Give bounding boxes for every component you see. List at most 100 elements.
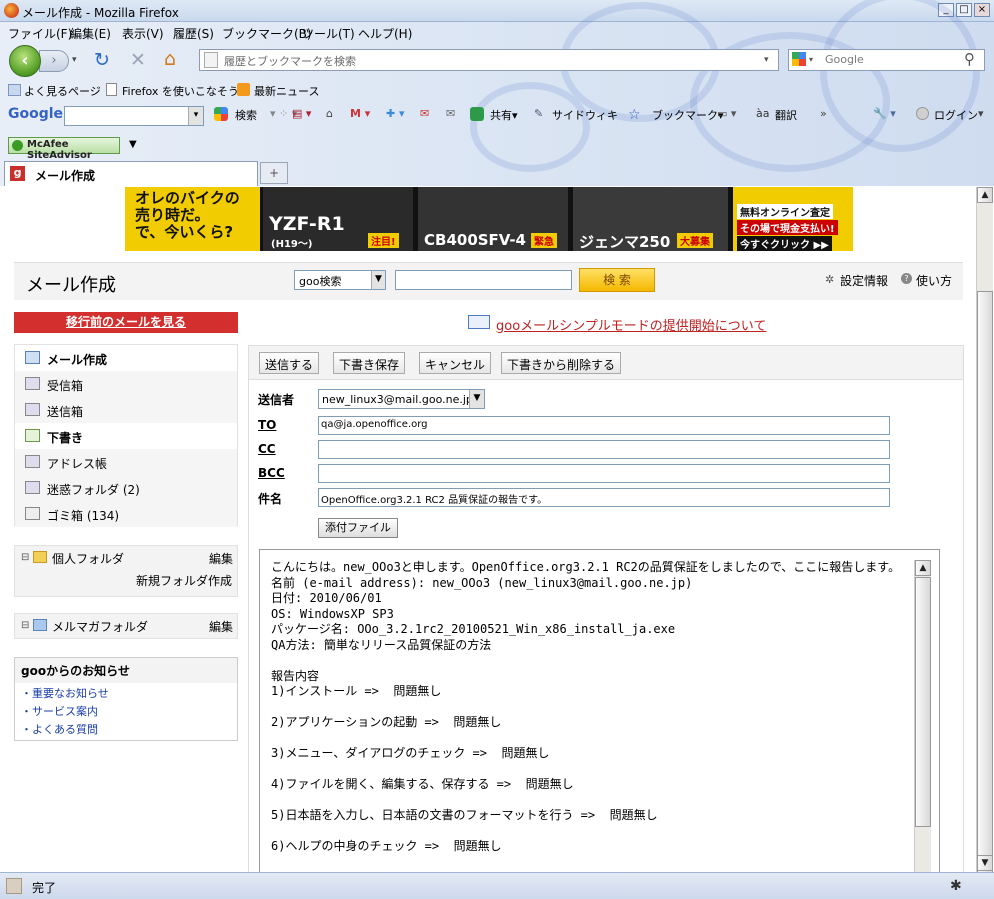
google-dropdown-icon[interactable]: ▾: [188, 107, 203, 125]
page-scroll-thumb[interactable]: [977, 291, 993, 891]
cc-label[interactable]: CC: [258, 442, 276, 456]
nav-spam[interactable]: 迷惑フォルダ (2): [15, 475, 237, 501]
nav-trash[interactable]: ゴミ箱 (134): [15, 501, 237, 527]
from-dropdown-icon[interactable]: ▼: [469, 390, 484, 408]
page-scrollbar[interactable]: ▲ ▼: [976, 187, 993, 891]
help-link[interactable]: 使い方: [916, 272, 952, 289]
stop-icon[interactable]: ✕: [130, 49, 146, 71]
menu-bookmarks[interactable]: ブックマーク(B): [222, 25, 312, 42]
pr-link[interactable]: gooメールシンプルモードの提供開始について: [496, 315, 766, 334]
mcafee-dropdown-icon[interactable]: ▼: [129, 139, 137, 150]
google-engine-icon[interactable]: [792, 52, 806, 66]
nav-compose[interactable]: メール作成: [15, 345, 237, 371]
page-scroll-down-icon[interactable]: ▼: [977, 855, 993, 871]
login-button[interactable]: ログイン: [934, 107, 978, 123]
url-dropdown-icon[interactable]: ▾: [764, 55, 769, 65]
collapse-icon[interactable]: ⊟: [21, 620, 29, 631]
from-select[interactable]: new_linux3@mail.goo.ne.jp: [318, 389, 485, 409]
gmail-icon[interactable]: M ▾: [350, 107, 370, 120]
settings-link[interactable]: 設定情報: [840, 272, 888, 289]
goo-search-button[interactable]: 検 索: [579, 268, 655, 292]
goo-search-input[interactable]: [395, 270, 572, 290]
to-label[interactable]: TO: [258, 418, 276, 432]
bcc-label[interactable]: BCC: [258, 466, 285, 480]
menu-edit[interactable]: 編集(E): [70, 25, 111, 42]
back-button[interactable]: ‹: [9, 45, 41, 77]
body-scrollbar[interactable]: ▲: [914, 560, 931, 878]
message-body-textarea[interactable]: こんにちは。new_OOo3と申します。OpenOffice.org3.2.1 …: [259, 549, 940, 879]
bookmark-firefox-guide[interactable]: Firefox を使いこなそう: [122, 83, 239, 99]
mail-icon[interactable]: ✉: [420, 107, 429, 120]
nav-drafts[interactable]: 下書き: [15, 423, 237, 449]
home-icon[interactable]: ⌂: [164, 48, 176, 70]
nav-outbox[interactable]: 送信箱: [15, 397, 237, 423]
reload-icon[interactable]: ↻: [94, 49, 110, 71]
bank-icon[interactable]: ⌂: [326, 107, 333, 120]
banner-model-3: ジェンマ250: [579, 233, 671, 251]
personal-folder-title[interactable]: 個人フォルダ: [52, 550, 124, 567]
highlight-icon[interactable]: ▭ ▾: [717, 107, 736, 120]
banner-ad[interactable]: オレのバイクの 売り時だ。 で、今いくら? YZF-R1 (H19〜) 注目! …: [125, 187, 853, 251]
mcafee-siteadvisor-button[interactable]: McAfee SiteAdvisor: [8, 137, 120, 161]
history-dropdown-icon[interactable]: ▾: [72, 55, 77, 65]
send-button[interactable]: 送信する: [259, 352, 320, 374]
google-bookmark-button[interactable]: ブックマーク▾: [652, 107, 724, 123]
notice-link-faq[interactable]: ・よくある質問: [21, 721, 237, 737]
engine-dropdown-icon[interactable]: ▾: [809, 55, 813, 64]
forward-button[interactable]: ›: [39, 50, 69, 72]
attach-file-button[interactable]: 添付ファイル: [318, 518, 398, 538]
pagerank-icon[interactable]: ▤ ▾: [292, 107, 311, 120]
search-box[interactable]: Google: [788, 49, 985, 71]
bookmark-most-visited[interactable]: よく見るページ: [24, 83, 101, 99]
personal-folder-edit[interactable]: 編集: [209, 550, 233, 567]
delete-draft-button[interactable]: 下書きから削除する: [501, 352, 622, 374]
close-button[interactable]: ×: [974, 3, 990, 17]
magazine-folder-edit[interactable]: 編集: [209, 618, 233, 635]
cc-field[interactable]: [318, 440, 890, 459]
magazine-folder-title[interactable]: メルマガフォルダ: [52, 618, 148, 635]
search-icon[interactable]: ⚲: [964, 50, 975, 68]
banner-line-2: その場で現金支払い!: [737, 220, 838, 235]
collapse-icon[interactable]: ⊟: [21, 552, 29, 563]
menu-bar: ファイル(F) 編集(E) 表示(V) 履歴(S) ブックマーク(B) ツール(…: [0, 22, 994, 42]
scroll-thumb[interactable]: [915, 577, 931, 827]
bookmark-latest-news[interactable]: 最新ニュース: [254, 83, 319, 99]
outbox-icon: [25, 403, 40, 416]
menu-file[interactable]: ファイル(F): [8, 25, 72, 42]
sidewiki-button[interactable]: サイドウィキ: [552, 107, 618, 123]
menu-help[interactable]: ヘルプ(H): [358, 25, 412, 42]
save-draft-button[interactable]: 下書き保存: [333, 352, 406, 374]
cancel-button[interactable]: キャンセル: [419, 352, 492, 374]
more-chevron-icon[interactable]: »: [820, 107, 827, 120]
mail-pr-icon: [468, 315, 490, 329]
scroll-up-icon[interactable]: ▲: [915, 560, 931, 576]
nav-address-book[interactable]: アドレス帳: [15, 449, 237, 475]
menu-view[interactable]: 表示(V): [122, 25, 164, 42]
translate-button[interactable]: 翻訳: [775, 107, 797, 123]
nav-inbox[interactable]: 受信箱: [15, 371, 237, 397]
addon-icon[interactable]: ✱: [950, 878, 962, 894]
notice-link-important[interactable]: ・重要なお知らせ: [21, 685, 237, 701]
plus-icon[interactable]: ✚ ▾: [386, 107, 405, 120]
notice-link-services[interactable]: ・サービス案内: [21, 703, 237, 719]
subject-field[interactable]: OpenOffice.org3.2.1 RC2 品質保証の報告です。: [318, 488, 890, 507]
google-search-button[interactable]: 検索: [235, 107, 257, 123]
old-mail-link[interactable]: 移行前のメールを見る: [14, 312, 238, 333]
wrench-icon[interactable]: 🔧 ▾: [873, 107, 896, 120]
select-dropdown-icon[interactable]: ▼: [371, 271, 385, 289]
toolbar-dropdown-icon[interactable]: ▾: [978, 107, 984, 120]
maximize-button[interactable]: □: [956, 3, 972, 17]
tab-mail-compose[interactable]: メール作成: [4, 161, 258, 186]
new-tab-button[interactable]: +: [260, 162, 288, 184]
google-share-button[interactable]: 共有▾: [490, 107, 518, 123]
page-scroll-up-icon[interactable]: ▲: [977, 187, 993, 203]
to-field[interactable]: qa@ja.openoffice.org: [318, 416, 890, 435]
menu-tools[interactable]: ツール(T): [302, 25, 355, 42]
envelope-icon[interactable]: ✉: [446, 107, 455, 120]
new-folder-link[interactable]: 新規フォルダ作成: [136, 572, 232, 589]
menu-history[interactable]: 履歴(S): [173, 25, 214, 42]
url-bar[interactable]: 履歴とブックマークを検索: [199, 49, 779, 71]
bcc-field[interactable]: [318, 464, 890, 483]
banner-badge-3: 大募集: [677, 233, 713, 248]
google-search-input[interactable]: [64, 106, 204, 126]
